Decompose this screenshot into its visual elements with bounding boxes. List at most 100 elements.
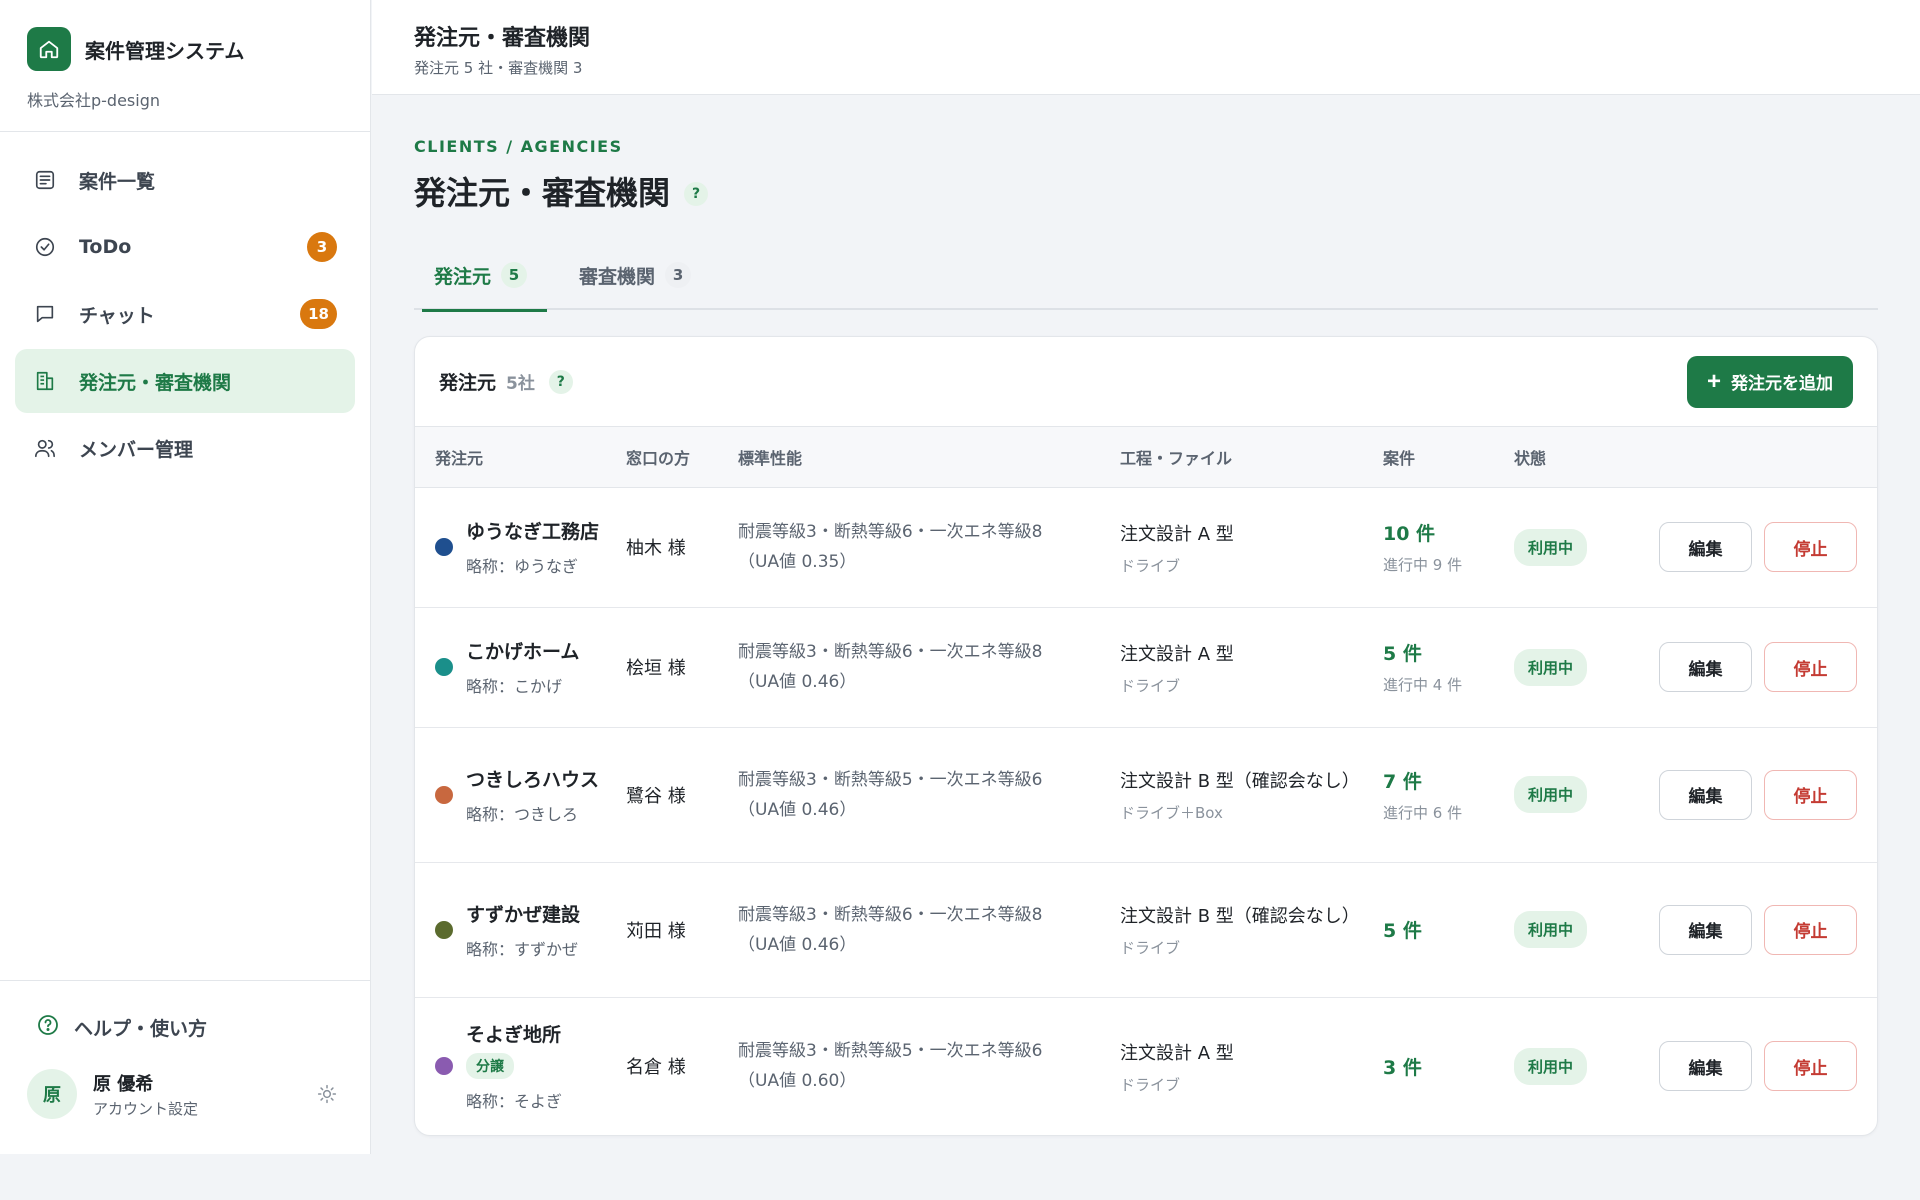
stop-button[interactable]: 停止 [1764,769,1857,820]
sun-icon[interactable] [311,1078,343,1110]
help-link[interactable]: ヘルプ・使い方 [27,1011,343,1043]
users-icon [33,436,57,460]
main-content: CLIENTS / AGENCIES 発注元・審査機関 ? 発注元 5 審査機関… [414,95,1878,1136]
case-count: 10 件 [1383,523,1436,545]
standard-performance: 耐震等級3・断熱等級6・一次エネ等級8 （UA値 0.35） [738,487,1120,608]
sidebar: 案件管理システム 株式会社p-design 案件一覧 ToDo 3 チャット 1… [0,0,371,1154]
performance-ua: （UA値 0.46） [738,799,857,820]
edit-button[interactable]: 編集 [1659,769,1752,820]
tab-clients[interactable]: 発注元 5 [414,240,548,312]
client-name: つきしろハウス [466,768,600,791]
standard-performance: 耐震等級3・断熱等級6・一次エネ等級8 （UA値 0.46） [738,607,1120,728]
performance-ua: （UA値 0.46） [738,672,857,692]
column-header: 窓口の方 [626,427,738,488]
file-storage: ドライブ [1120,556,1181,575]
stop-button[interactable]: 停止 [1764,1041,1857,1092]
page-title: 発注元・審査機関 [414,174,671,212]
app-title: 案件管理システム [85,38,245,63]
process-name: 注文設計 A 型 [1120,643,1234,665]
client-name: そよぎ地所 [466,1024,562,1047]
clients-card: 発注元 5社 ? + 発注元を追加 発注元 窓口の方 標準性能 工程・ファイル … [414,336,1878,1136]
client-alias: 略称：そよぎ [466,1092,563,1112]
help-badge[interactable]: ? [548,369,573,394]
performance-grades: 耐震等級3・断熱等級6・一次エネ等級8 [738,522,1043,542]
client-alias: 略称：つきしろ [466,804,579,824]
help-badge[interactable]: ? [684,182,709,206]
table-row[interactable]: そよぎ地所 分譲 略称：そよぎ 名倉 様 耐震等級3・断熱等級5・一次エネ等級6… [415,997,1877,1135]
client-alias: 略称：ゆうなぎ [466,557,579,576]
table-row[interactable]: すずかぜ建設 略称：すずかぜ 苅田 様 耐震等級3・断熱等級6・一次エネ等級8 … [415,862,1877,998]
add-client-label: 発注元を追加 [1731,374,1833,393]
sidebar-item-label: 案件一覧 [79,170,156,193]
case-count: 7 件 [1383,770,1422,793]
performance-ua: （UA値 0.35） [738,552,857,572]
table-header-row: 発注元 窓口の方 標準性能 工程・ファイル 案件 状態 [415,427,1877,488]
company-name: 株式会社p-design [27,91,161,110]
home-icon[interactable] [27,27,71,71]
contact-person: 名倉 様 [626,1057,686,1079]
topbar-title: 発注元・審査機関 [414,26,591,51]
process-name: 注文設計 B 型（確認会なし） [1120,906,1360,927]
add-client-button[interactable]: + 発注元を追加 [1686,355,1853,408]
stop-button[interactable]: 停止 [1764,904,1857,955]
stop-button[interactable]: 停止 [1764,642,1857,692]
table-row[interactable]: つきしろハウス 略称：つきしろ 鷺谷 様 耐震等級3・断熱等級5・一次エネ等級6… [415,727,1877,863]
column-header: 標準性能 [738,427,1120,488]
sidebar-item-label: チャット [79,304,155,327]
process-name: 注文設計 A 型 [1120,1042,1234,1064]
performance-ua: （UA値 0.46） [738,934,857,955]
card-title: 発注元 [439,372,497,394]
status-badge: 利用中 [1514,528,1588,566]
sidebar-item-cases[interactable]: 案件一覧 [15,148,355,212]
help-circle-icon [36,1013,60,1041]
client-alias: 略称：こかげ [466,677,563,696]
topbar: 発注元・審査機関 発注元 5 社・審査機関 3 [372,0,1920,95]
performance-grades: 耐震等級3・断熱等級5・一次エネ等級6 [738,1041,1043,1062]
file-storage: ドライブ [1120,1075,1181,1094]
contact-person: 鷺谷 様 [626,727,738,863]
stop-button[interactable]: 停止 [1764,522,1857,572]
case-count: 3 件 [1383,1056,1422,1079]
sidebar-item-label: メンバー管理 [79,438,194,461]
card-count: 5社 [506,374,535,394]
todo-count-badge: 3 [307,232,337,262]
edit-button[interactable]: 編集 [1659,642,1752,692]
column-header: 工程・ファイル [1120,427,1383,488]
file-storage: ドライブ [1120,676,1181,695]
edit-button[interactable]: 編集 [1659,522,1752,572]
page-eyebrow: CLIENTS / AGENCIES [414,137,623,156]
chat-icon [33,302,57,326]
sidebar-item-members[interactable]: メンバー管理 [15,416,355,480]
performance-grades: 耐震等級3・断熱等級6・一次エネ等級8 [738,642,1043,662]
client-color-dot [435,785,453,804]
sidebar-item-chat[interactable]: チャット 18 [15,282,355,346]
topbar-subtitle: 発注元 5 社・審査機関 3 [414,59,583,77]
contact-person: 桧垣 様 [626,607,738,728]
table-row[interactable]: こかげホーム 略称：こかげ 桧垣 様 耐震等級3・断熱等級6・一次エネ等級8 （… [415,607,1877,728]
status-badge: 利用中 [1514,648,1588,686]
sidebar-item-clients[interactable]: 発注元・審査機関 [15,349,355,413]
sidebar-item-label: 発注元・審査機関 [79,371,232,394]
column-header: 状態 [1514,427,1632,488]
account-settings-link[interactable]: アカウント設定 [93,1098,311,1119]
file-storage: ドライブ [1120,939,1181,957]
check-circle-icon [33,235,57,259]
user-account[interactable]: 原 原 優希 アカウント設定 [27,1069,343,1119]
sidebar-item-todo[interactable]: ToDo 3 [15,215,355,279]
client-color-dot [435,920,453,939]
standard-performance: 耐震等級3・断熱等級5・一次エネ等級6 （UA値 0.60） [738,997,1120,1135]
brand: 案件管理システム 株式会社p-design [0,0,370,132]
tab-label: 審査機関 [579,265,656,288]
table-row[interactable]: ゆうなぎ工務店 略称：ゆうなぎ 柚木 様 耐震等級3・断熱等級6・一次エネ等級8… [415,487,1877,608]
edit-button[interactable]: 編集 [1659,1041,1752,1092]
column-header: 案件 [1383,427,1514,488]
case-in-progress: 進行中 9 件 [1383,556,1463,574]
tab-agencies[interactable]: 審査機関 3 [559,240,711,310]
performance-grades: 耐震等級3・断熱等級6・一次エネ等級8 [738,904,1043,925]
client-type-tag: 分譲 [466,1053,514,1080]
standard-performance: 耐震等級3・断熱等級5・一次エネ等級6 （UA値 0.46） [738,727,1120,863]
plus-icon: + [1706,367,1721,395]
building-icon [33,369,57,393]
edit-button[interactable]: 編集 [1659,904,1752,955]
performance-ua: （UA値 0.60） [738,1071,857,1092]
